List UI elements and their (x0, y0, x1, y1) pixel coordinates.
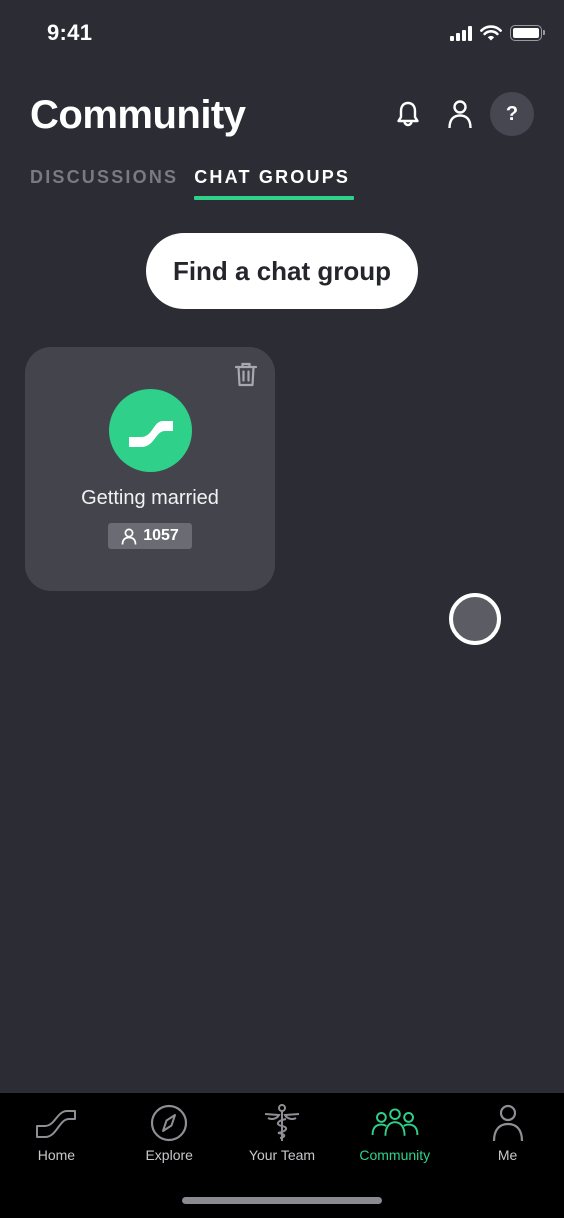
tab-discussions[interactable]: DISCUSSIONS (30, 167, 178, 196)
tab-bar-label: Community (359, 1147, 431, 1163)
tab-bar-label: Home (37, 1147, 76, 1163)
trash-icon[interactable] (233, 361, 259, 387)
tab-bar-explore[interactable]: Explore (113, 1093, 225, 1163)
page-title: Community (30, 93, 246, 137)
person-icon (121, 528, 137, 545)
caduceus-icon (264, 1104, 300, 1141)
home-indicator[interactable] (182, 1197, 382, 1204)
member-count-badge: 1057 (108, 523, 192, 549)
cellular-signal-icon (450, 25, 472, 41)
wave-logo-icon (128, 420, 173, 447)
tab-bar-label: Explore (145, 1147, 193, 1163)
group-icon (371, 1108, 419, 1136)
profile-button[interactable] (438, 92, 482, 136)
battery-icon (510, 25, 545, 41)
tab-bar-community[interactable]: Community (339, 1093, 451, 1163)
wifi-icon (480, 25, 502, 41)
person-icon (492, 1104, 523, 1142)
status-icons (450, 25, 545, 41)
home-wave-icon (36, 1110, 77, 1138)
tab-bar-me[interactable]: Me (452, 1093, 564, 1163)
group-name: Getting married (81, 487, 219, 509)
tab-bar-label: Me (497, 1147, 518, 1163)
tab-bar-your-team[interactable]: Your Team (226, 1093, 338, 1163)
segment-tabs: DISCUSSIONS CHAT GROUPS (30, 167, 354, 200)
bell-icon (397, 101, 419, 127)
header-actions: ? (386, 92, 534, 136)
tab-bar-home[interactable]: Home (0, 1093, 112, 1163)
notifications-button[interactable] (386, 92, 430, 136)
member-count: 1057 (143, 527, 179, 544)
touch-indicator (449, 593, 501, 645)
chat-group-card[interactable]: Getting married 1057 (25, 347, 275, 591)
status-time: 9:41 (47, 20, 93, 45)
group-avatar (109, 389, 192, 472)
help-button[interactable]: ? (490, 92, 534, 136)
find-chat-group-button[interactable]: Find a chat group (146, 233, 418, 309)
tab-bar-label: Your Team (248, 1147, 316, 1163)
compass-icon (151, 1104, 188, 1142)
person-icon (448, 100, 472, 129)
tab-chat-groups[interactable]: CHAT GROUPS (194, 167, 354, 200)
status-bar: 9:41 (0, 0, 564, 70)
